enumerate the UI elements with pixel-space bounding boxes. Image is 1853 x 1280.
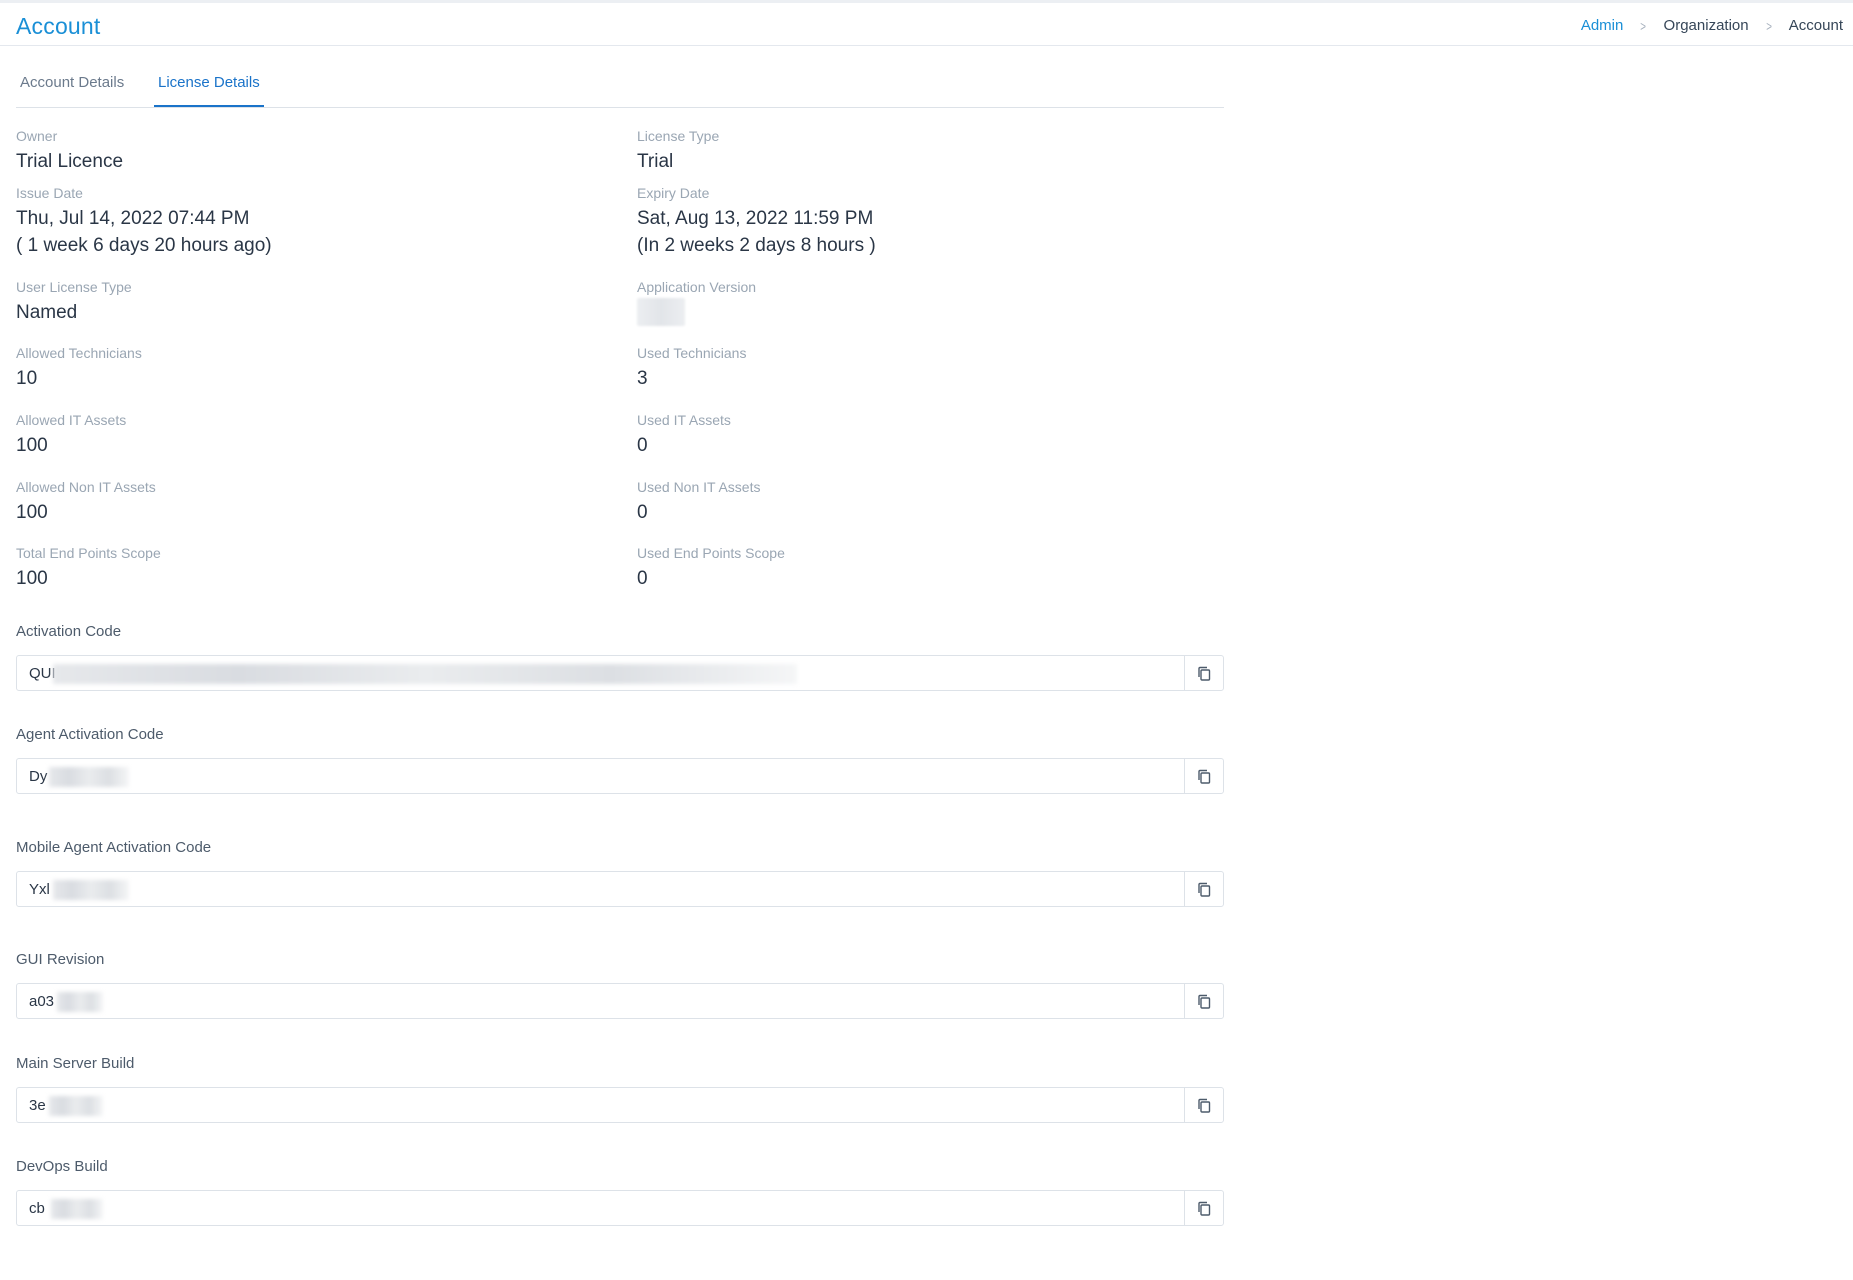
devops-build-label: DevOps Build <box>16 1158 108 1175</box>
copy-devops-build-button[interactable] <box>1184 1191 1223 1225</box>
chevron-right-icon: > <box>1640 17 1647 34</box>
field-allowed-technicians: Allowed Technicians 10 <box>16 344 142 392</box>
field-allowed-non-it-assets: Allowed Non IT Assets 100 <box>16 478 156 526</box>
field-total-end-points-scope: Total End Points Scope 100 <box>16 544 161 592</box>
main-server-build-input[interactable]: 3e <box>17 1088 1184 1122</box>
mobile-agent-activation-code-value: Yxl <box>29 880 50 898</box>
field-issue-date: Issue Date Thu, Jul 14, 2022 07:44 PM ( … <box>16 184 272 259</box>
copy-icon <box>1198 994 1211 1009</box>
activation-code-field: QUI <box>16 655 1224 691</box>
redacted-block <box>49 767 129 787</box>
devops-build-input[interactable]: cb <box>17 1191 1184 1225</box>
activation-code-label: Activation Code <box>16 623 122 640</box>
application-version-value <box>637 296 756 331</box>
redacted-block <box>49 1096 103 1116</box>
issue-date-relative: ( 1 week 6 days 20 hours ago) <box>16 235 272 256</box>
used-end-points-scope-value: 0 <box>637 568 648 589</box>
page-title: Account <box>16 13 101 39</box>
used-end-points-scope-label: Used End Points Scope <box>637 545 785 561</box>
field-license-type: License Type Trial <box>637 127 719 175</box>
used-non-it-assets-label: Used Non IT Assets <box>637 479 761 495</box>
mobile-agent-activation-code-label: Mobile Agent Activation Code <box>16 839 212 856</box>
allowed-non-it-assets-label: Allowed Non IT Assets <box>16 479 156 495</box>
allowed-non-it-assets-value: 100 <box>16 502 48 523</box>
field-application-version: Application Version <box>637 278 756 331</box>
expiry-date-relative: (In 2 weeks 2 days 8 hours ) <box>637 235 876 256</box>
field-user-license-type: User License Type Named <box>16 278 132 326</box>
agent-activation-code-input[interactable]: Dy <box>17 759 1184 793</box>
issue-date-value: Thu, Jul 14, 2022 07:44 PM <box>16 208 250 229</box>
owner-value: Trial Licence <box>16 151 124 172</box>
user-license-type-value: Named <box>16 302 78 323</box>
mobile-agent-activation-code-input[interactable]: Yxl <box>17 872 1184 906</box>
field-allowed-it-assets: Allowed IT Assets 100 <box>16 411 126 459</box>
redacted-block <box>51 1199 103 1219</box>
copy-mobile-agent-activation-code-button[interactable] <box>1184 872 1223 906</box>
mobile-agent-activation-code-field: Yxl <box>16 871 1224 907</box>
tab-bar: Account Details License Details <box>16 62 1224 108</box>
top-bar: Account Admin > Organization > Account <box>0 0 1853 46</box>
agent-activation-code-value: Dy <box>29 767 48 785</box>
breadcrumb: Admin > Organization > Account <box>1581 17 1843 34</box>
field-used-non-it-assets: Used Non IT Assets 0 <box>637 478 760 526</box>
copy-icon <box>1198 769 1211 784</box>
used-technicians-value: 3 <box>637 368 648 389</box>
total-end-points-scope-value: 100 <box>16 568 48 589</box>
copy-icon <box>1198 1098 1211 1113</box>
main-server-build-value: 3e <box>29 1096 46 1114</box>
redacted-block <box>57 992 103 1012</box>
total-end-points-scope-label: Total End Points Scope <box>16 545 161 561</box>
copy-icon <box>1198 666 1211 681</box>
gui-revision-label: GUI Revision <box>16 951 105 968</box>
field-used-technicians: Used Technicians 3 <box>637 344 746 392</box>
allowed-technicians-value: 10 <box>16 368 38 389</box>
main-server-build-label: Main Server Build <box>16 1055 135 1072</box>
agent-activation-code-field: Dy <box>16 758 1224 794</box>
user-license-type-label: User License Type <box>16 279 132 295</box>
breadcrumb-account: Account <box>1788 17 1843 34</box>
copy-main-server-build-button[interactable] <box>1184 1088 1223 1122</box>
gui-revision-field: a03 <box>16 983 1224 1019</box>
agent-activation-code-label: Agent Activation Code <box>16 726 164 743</box>
used-non-it-assets-value: 0 <box>637 502 648 523</box>
field-owner: Owner Trial Licence <box>16 127 123 175</box>
allowed-it-assets-value: 100 <box>16 435 48 456</box>
allowed-technicians-label: Allowed Technicians <box>16 345 142 361</box>
copy-agent-activation-code-button[interactable] <box>1184 759 1223 793</box>
field-used-it-assets: Used IT Assets 0 <box>637 411 731 459</box>
field-expiry-date: Expiry Date Sat, Aug 13, 2022 11:59 PM (… <box>637 184 876 259</box>
license-type-label: License Type <box>637 128 720 144</box>
breadcrumb-admin[interactable]: Admin <box>1581 17 1624 34</box>
used-it-assets-value: 0 <box>637 435 648 456</box>
tab-account-details[interactable]: Account Details <box>16 74 128 105</box>
activation-code-value: QUI <box>29 664 56 682</box>
used-technicians-label: Used Technicians <box>637 345 747 361</box>
allowed-it-assets-label: Allowed IT Assets <box>16 412 127 428</box>
redacted-block <box>53 664 797 684</box>
tab-license-details[interactable]: License Details <box>154 74 264 107</box>
issue-date-label: Issue Date <box>16 185 83 201</box>
redacted-block <box>53 880 129 900</box>
copy-icon <box>1198 1201 1211 1216</box>
breadcrumb-organization[interactable]: Organization <box>1664 17 1749 34</box>
field-used-end-points-scope: Used End Points Scope 0 <box>637 544 785 592</box>
chevron-right-icon: > <box>1765 17 1772 34</box>
expiry-date-value: Sat, Aug 13, 2022 11:59 PM <box>637 208 874 229</box>
main-server-build-field: 3e <box>16 1087 1224 1123</box>
redacted-block <box>637 298 685 326</box>
copy-gui-revision-button[interactable] <box>1184 984 1223 1018</box>
license-type-value: Trial <box>637 151 674 172</box>
expiry-date-label: Expiry Date <box>637 185 710 201</box>
devops-build-field: cb <box>16 1190 1224 1226</box>
gui-revision-value: a03 <box>29 992 55 1010</box>
copy-activation-code-button[interactable] <box>1184 656 1223 690</box>
devops-build-value: cb <box>29 1199 45 1217</box>
gui-revision-input[interactable]: a03 <box>17 984 1184 1018</box>
copy-icon <box>1198 882 1211 897</box>
activation-code-input[interactable]: QUI <box>17 656 1184 690</box>
owner-label: Owner <box>16 128 58 144</box>
application-version-label: Application Version <box>637 279 757 295</box>
used-it-assets-label: Used IT Assets <box>637 412 731 428</box>
